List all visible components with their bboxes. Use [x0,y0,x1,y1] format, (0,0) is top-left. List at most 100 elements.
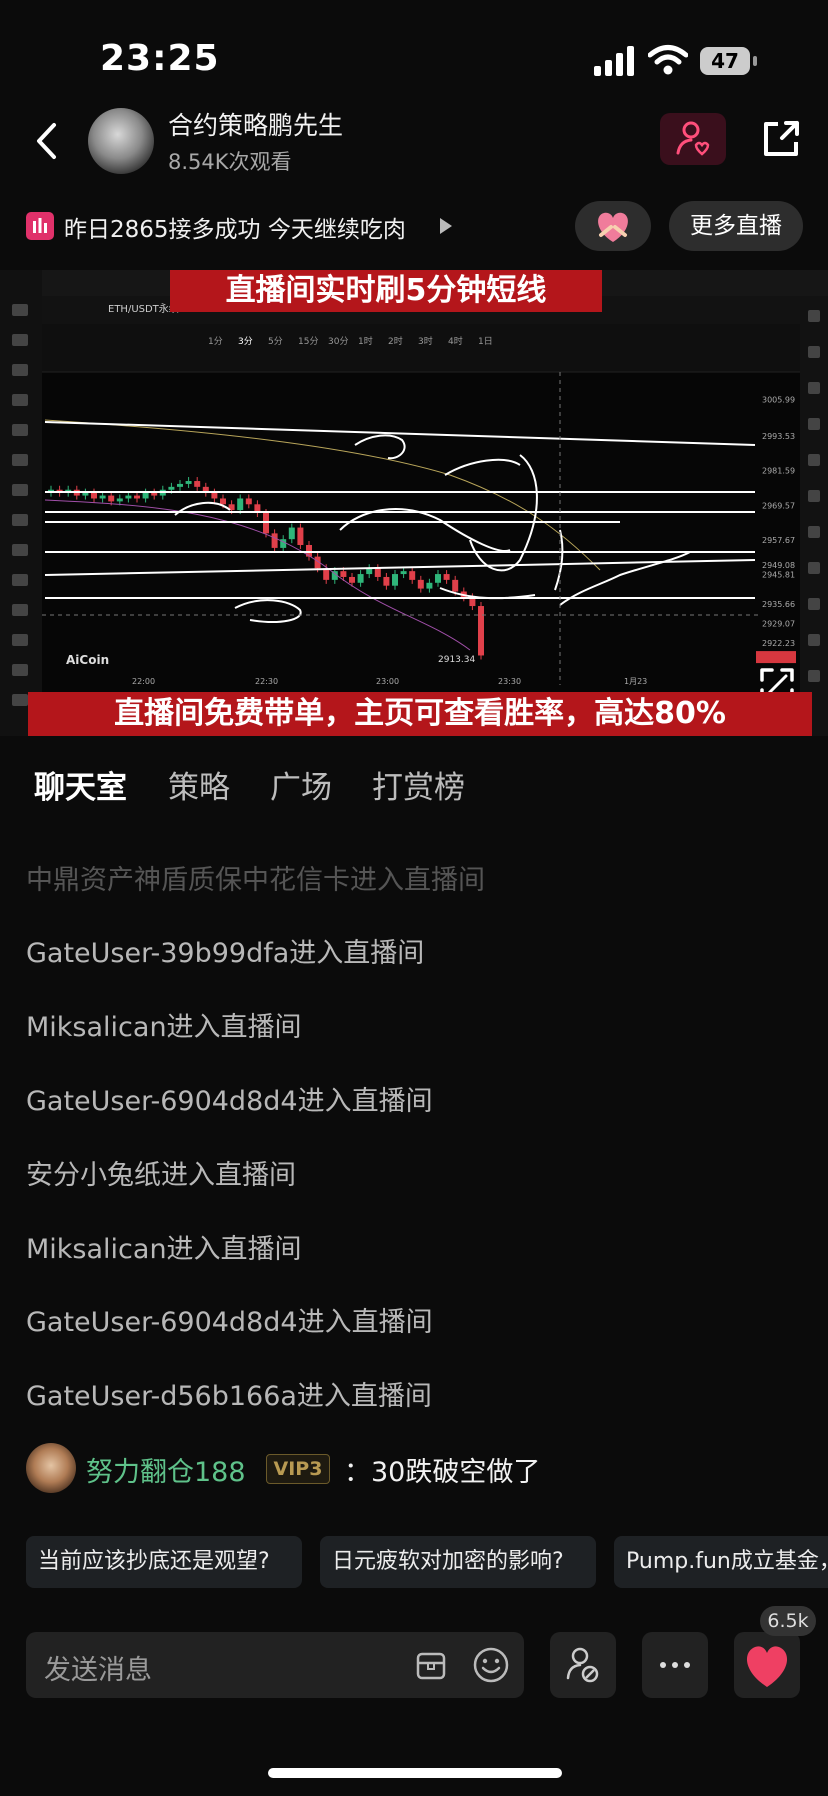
share-icon[interactable] [760,118,802,160]
chat-line: 中鼎资产神盾质保中花信卡进入直播间 [26,865,485,896]
chart-pair-tab: ETH/USDT永续 [108,302,179,315]
like-count: 6.5k [760,1606,816,1636]
live-notice[interactable]: 昨日2865接多成功 今天继续吃肉 [64,210,406,244]
period-tab: 3时 [418,335,433,347]
live-video[interactable]: 3005.99 2993.53 2981.59 2969.57 2957.67 2949.… [0,270,828,736]
battery-indicator: 47 [700,47,750,75]
chat-username[interactable]: 努力翻仓188 [86,1450,246,1489]
candle-body [99,495,106,499]
tab-reward-rank[interactable]: 打赏榜 [372,762,465,807]
chat-line: GateUser-6904d8d4进入直播间 [26,1086,433,1117]
tab-square[interactable]: 广场 [270,762,332,807]
toolbar-icon [808,454,820,466]
current-price-tag [756,651,796,664]
sidebar-icon [12,484,28,496]
time-label: 1月23 [624,677,647,686]
candle-body [211,492,218,499]
candle-body [383,576,390,586]
emoji-icon[interactable] [472,1646,510,1684]
chat-line: GateUser-d56b166a进入直播间 [26,1381,432,1412]
like-button[interactable] [734,1632,800,1698]
toolbar-icon [808,490,820,502]
sidebar-icon [12,634,28,646]
candle-body [168,486,175,490]
candle-body [91,492,97,499]
chat-line: Miksalican进入直播间 [26,1234,302,1265]
home-indicator[interactable] [268,1768,562,1778]
chat-line: GateUser-39b99dfa进入直播间 [26,938,425,969]
time-label: 23:30 [498,677,521,686]
heart-icon [746,1646,788,1687]
price-label: 2929.07 [762,619,795,628]
message-input-placeholder[interactable]: 发送消息 [44,1648,152,1687]
gift-box-icon[interactable] [414,1648,448,1682]
vip-badge: VIP3 [266,1454,330,1484]
suggestion-chip[interactable]: Pump.fun成立基金， [614,1536,828,1588]
period-tab: 4时 [448,335,463,347]
suggestion-chip[interactable]: 日元疲软对加密的影响? [320,1536,596,1588]
period-tab: 30分 [328,336,348,347]
more-live-button[interactable]: 更多直播 [669,201,803,251]
toolbar-icon [808,346,820,358]
candle-body [245,498,252,505]
battery-tip [753,56,757,66]
period-tab: 2时 [388,335,403,347]
sidebar-icon [12,334,28,346]
sidebar-icon [12,394,28,406]
host-avatar[interactable] [88,108,154,174]
candle-body [194,481,201,487]
sidebar-icon [12,574,28,586]
candle-body [357,574,364,583]
candle-body [263,513,269,534]
chat-line: GateUser-6904d8d4进入直播间 [26,1307,433,1338]
suggestion-chip[interactable]: 当前应该抄底还是观望? [26,1536,302,1588]
person-settings-icon [566,1647,599,1683]
toolbar-icon [808,670,820,682]
time-label: 23:00 [376,677,399,686]
play-arrow-icon [440,218,452,234]
sidebar-icon [12,544,28,556]
candle-body [116,498,123,502]
chevron-left-icon[interactable] [34,122,60,160]
toolbar-icon [808,382,820,394]
candle-body [134,495,140,499]
candle-body [374,568,381,577]
price-label: 2935.66 [762,600,795,609]
chat-user-avatar[interactable] [26,1443,76,1493]
video-banner-top: 直播间实时刷5分钟短线 [170,270,602,312]
chat-line: 安分小兔纸进入直播间 [26,1160,296,1191]
candle-body [185,481,192,484]
person-heart-icon [676,121,710,156]
toolbar-icon [808,418,820,430]
candle-body [409,571,416,580]
more-options-button[interactable] [642,1632,708,1698]
wifi-icon [648,45,688,75]
toolbar-icon [808,526,820,538]
candle-body [392,574,398,586]
tab-chatroom[interactable]: 聊天室 [34,762,127,807]
candle-body [220,498,226,505]
candle-body [82,492,89,496]
trading-chart: 3005.99 2993.53 2981.59 2969.57 2957.67 2949.… [0,270,828,736]
price-label: 2922.23 [762,639,795,648]
period-tab: 15分 [298,336,318,347]
candle-body [443,574,450,580]
host-name[interactable]: 合约策略鹏先生 [168,106,343,142]
status-time: 23:25 [100,38,220,79]
time-label: 22:00 [132,677,155,686]
price-label: 2981.59 [762,467,795,476]
heart-hands-button[interactable] [575,201,651,251]
price-label: 2969.57 [762,502,795,511]
candle-body [340,571,347,577]
toolbar-icon [808,562,820,574]
tab-strategy[interactable]: 策略 [168,762,230,807]
sidebar-icon [12,694,28,706]
follow-button[interactable] [660,113,726,165]
profile-settings-button[interactable] [550,1632,616,1698]
candle-body [142,492,149,499]
candle-body [151,492,158,496]
sidebar-icon [12,604,28,616]
chat-message-text: ：30跌破空做了 [344,1457,541,1488]
candle-body [125,495,132,499]
period-tab: 1分 [208,336,223,347]
